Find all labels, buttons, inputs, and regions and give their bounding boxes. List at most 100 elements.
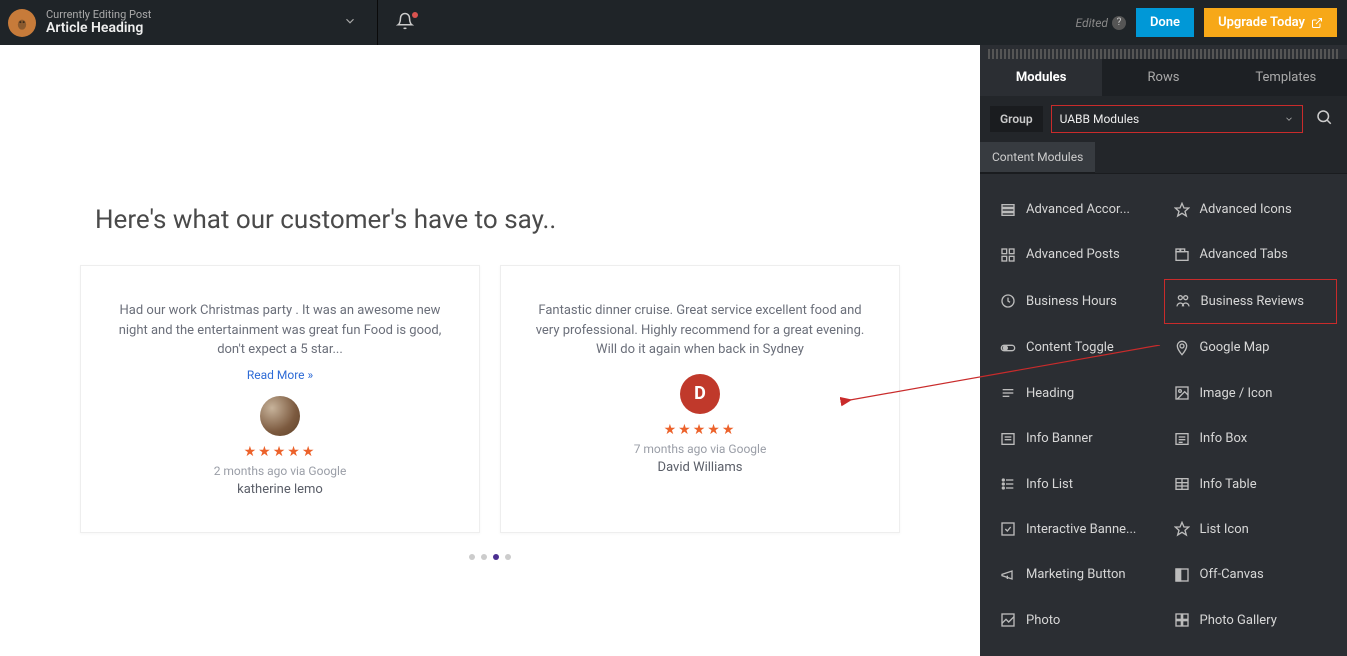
module-business-hours[interactable]: Business Hours <box>990 279 1164 324</box>
star-icon <box>1174 521 1190 537</box>
module-label: Photo <box>1026 613 1060 628</box>
module-advanced-icons[interactable]: Advanced Icons <box>1164 188 1338 231</box>
review-meta: 7 months ago via Google <box>531 442 869 456</box>
carousel-dot[interactable] <box>493 554 499 560</box>
module-advanced-tabs[interactable]: Advanced Tabs <box>1164 233 1338 276</box>
edited-status: Edited ? <box>1076 16 1126 30</box>
module-label: Business Reviews <box>1201 294 1305 309</box>
module-off-canvas[interactable]: Off-Canvas <box>1164 553 1338 596</box>
module-label: Advanced Icons <box>1200 202 1292 217</box>
module-info-banner[interactable]: Info Banner <box>990 417 1164 460</box>
heading-icon <box>1000 385 1016 401</box>
banner-icon <box>1000 431 1016 447</box>
module-label: Info Banner <box>1026 431 1093 446</box>
module-label: Advanced Posts <box>1026 247 1120 262</box>
notifications-button[interactable] <box>378 12 432 34</box>
chevron-down-icon[interactable] <box>343 13 357 32</box>
group-select[interactable]: UABB Modules <box>1051 105 1303 133</box>
module-image-icon[interactable]: Image / Icon <box>1164 372 1338 415</box>
megaphone-icon <box>1000 567 1016 583</box>
module-marketing-button[interactable]: Marketing Button <box>990 553 1164 596</box>
module-list-icon[interactable]: List Icon <box>1164 508 1338 551</box>
reviews-carousel: Had our work Christmas party . It was an… <box>80 265 900 533</box>
module-label: Photo Gallery <box>1200 613 1277 628</box>
review-text: Fantastic dinner cruise. Great service e… <box>531 301 869 360</box>
module-label: Google Map <box>1200 340 1270 355</box>
module-label: Advanced Accor... <box>1026 202 1130 217</box>
star-rating: ★★★★★ <box>111 444 449 460</box>
help-icon[interactable]: ? <box>1112 16 1126 30</box>
carousel-dot[interactable] <box>505 554 511 560</box>
offcanvas-icon <box>1174 567 1190 583</box>
module-content-toggle[interactable]: Content Toggle <box>990 326 1164 369</box>
module-photo[interactable]: Photo <box>990 599 1164 642</box>
search-button[interactable] <box>1311 104 1337 134</box>
star-icon <box>1174 202 1190 218</box>
gallery-icon <box>1174 612 1190 628</box>
module-label: Info Box <box>1200 431 1248 446</box>
panel-tabs: ModulesRowsTemplates <box>980 59 1347 96</box>
carousel-dots <box>80 545 900 564</box>
app-logo-icon <box>8 9 36 37</box>
module-label: Marketing Button <box>1026 567 1126 582</box>
read-more-link[interactable]: Read More » <box>111 368 449 382</box>
page-title: Article Heading <box>46 21 151 36</box>
module-google-map[interactable]: Google Map <box>1164 326 1338 369</box>
table-icon <box>1174 476 1190 492</box>
module-heading[interactable]: Heading <box>990 372 1164 415</box>
module-info-list[interactable]: Info List <box>990 462 1164 505</box>
notification-dot-icon <box>412 12 418 18</box>
panel-tab-rows[interactable]: Rows <box>1102 59 1224 96</box>
accordion-icon <box>1000 202 1016 218</box>
clock-icon <box>1000 293 1016 309</box>
upgrade-label: Upgrade Today <box>1218 15 1305 30</box>
carousel-dot[interactable] <box>469 554 475 560</box>
module-info-box[interactable]: Info Box <box>1164 417 1338 460</box>
section-tab[interactable]: Content Modules <box>980 142 1095 173</box>
avatar <box>260 396 300 436</box>
star-rating: ★★★★★ <box>531 422 869 438</box>
review-meta: 2 months ago via Google <box>111 464 449 478</box>
module-label: Content Toggle <box>1026 340 1114 355</box>
reviews-icon <box>1175 293 1191 309</box>
image-icon <box>1174 385 1190 401</box>
done-button[interactable]: Done <box>1136 8 1194 37</box>
toggle-icon <box>1000 340 1016 356</box>
pin-icon <box>1174 340 1190 356</box>
chevron-down-icon <box>1284 114 1294 124</box>
review-author: David Williams <box>531 460 869 475</box>
panel-tab-modules[interactable]: Modules <box>980 59 1102 96</box>
panel-tab-templates[interactable]: Templates <box>1225 59 1347 96</box>
review-author: katherine lemo <box>111 482 449 497</box>
post-switcher[interactable]: Currently Editing Post Article Heading <box>0 0 378 45</box>
module-business-reviews[interactable]: Business Reviews <box>1164 279 1338 324</box>
interactive-icon <box>1000 521 1016 537</box>
modules-grid: Advanced Accor... Advanced Icons Advanced … <box>980 174 1347 656</box>
avatar: D <box>680 374 720 414</box>
review-text: Had our work Christmas party . It was an… <box>111 301 449 360</box>
module-advanced-accor[interactable]: Advanced Accor... <box>990 188 1164 231</box>
module-label: Off-Canvas <box>1200 567 1264 582</box>
module-photo-gallery[interactable]: Photo Gallery <box>1164 599 1338 642</box>
canvas-area[interactable]: Here's what our customer's have to say..… <box>0 45 980 656</box>
group-value: UABB Modules <box>1060 112 1140 126</box>
group-label: Group <box>990 106 1043 132</box>
top-bar: Currently Editing Post Article Heading E… <box>0 0 1347 45</box>
panel-drag-handle[interactable] <box>988 49 1339 59</box>
modules-panel: ModulesRowsTemplates Group UABB Modules … <box>980 45 1347 656</box>
module-interactive-banne[interactable]: Interactive Banne... <box>990 508 1164 551</box>
posts-icon <box>1000 247 1016 263</box>
tabs-icon <box>1174 247 1190 263</box>
module-info-table[interactable]: Info Table <box>1164 462 1338 505</box>
search-icon <box>1315 108 1333 126</box>
checklist-icon <box>1000 476 1016 492</box>
review-card: Fantastic dinner cruise. Great service e… <box>500 265 900 533</box>
photo-icon <box>1000 612 1016 628</box>
upgrade-button[interactable]: Upgrade Today <box>1204 8 1337 37</box>
module-label: Advanced Tabs <box>1200 247 1288 262</box>
module-label: List Icon <box>1200 522 1249 537</box>
carousel-dot[interactable] <box>481 554 487 560</box>
module-advanced-posts[interactable]: Advanced Posts <box>990 233 1164 276</box>
module-label: Info Table <box>1200 477 1257 492</box>
module-label: Business Hours <box>1026 294 1117 309</box>
